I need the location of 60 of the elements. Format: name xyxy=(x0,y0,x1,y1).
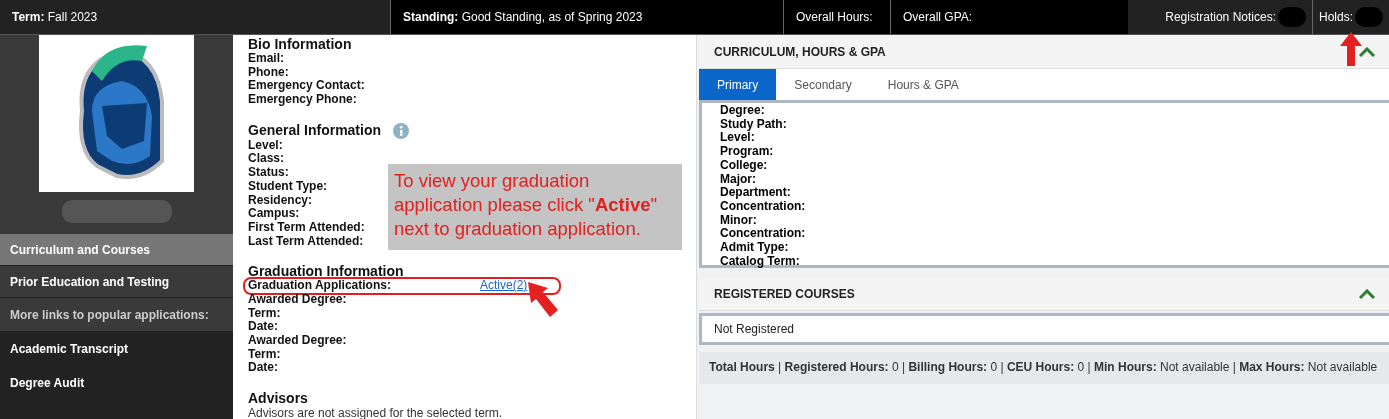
field-label: Study Path: xyxy=(720,116,787,131)
sidebar-item[interactable]: Curriculum and Courses xyxy=(0,234,233,266)
tab[interactable]: Primary xyxy=(699,69,777,100)
field-label: Term: xyxy=(248,347,281,362)
chevron-up-icon[interactable] xyxy=(1359,46,1375,57)
field-label: Admit Type: xyxy=(720,240,789,255)
panel-title: CURRICULUM, HOURS & GPA xyxy=(714,44,886,59)
advisors-note: Advisors are not assigned for the selected term. xyxy=(248,406,504,419)
hours-summary: Total Hours | Registered Hours: 0 | Billing Hours: 0 | CEU Hours: 0 | Min Hours: Not available | Max Hours: Not available xyxy=(709,360,1378,374)
overall-gpa-label: Overall GPA: xyxy=(903,10,973,24)
field-label: Concentration: xyxy=(720,226,806,241)
annotation-arrow xyxy=(526,280,560,320)
field-label: Residency: xyxy=(248,193,313,208)
applications-link[interactable]: Active(2) xyxy=(480,279,528,293)
annotation-arrow xyxy=(1340,32,1362,66)
field-label: Level: xyxy=(720,130,755,145)
sidebar-heading: More links to popular applications: xyxy=(0,298,233,332)
section-heading: General Information xyxy=(248,123,382,139)
section-heading: Graduation Information xyxy=(248,264,404,280)
standing-label: Standing: Good Standing, as of Spring 2023 xyxy=(403,10,643,24)
field-label: Email: xyxy=(248,52,284,66)
callout-note: To view your graduation application please click "Active" next to graduation application. xyxy=(388,164,682,250)
field-label: Class: xyxy=(248,152,285,167)
redaction-mark xyxy=(1355,7,1383,27)
field-label: Campus: xyxy=(248,207,300,221)
section-heading: Bio Information xyxy=(248,37,352,52)
panel-title: REGISTERED COURSES xyxy=(714,286,855,301)
field-label: Date: xyxy=(248,361,278,376)
field-label: Status: xyxy=(248,166,289,180)
field-label: Date: xyxy=(248,320,278,334)
chevron-up-icon[interactable] xyxy=(1359,288,1375,299)
field-label: College: xyxy=(720,157,768,172)
sidebar-item[interactable]: Prior Education and Testing xyxy=(0,266,233,298)
section-heading: Advisors xyxy=(248,391,308,407)
field-label: Phone: xyxy=(248,65,289,80)
term-label: Term: Fall 2023 xyxy=(12,10,98,24)
status-message: Not Registered xyxy=(714,322,795,336)
redaction-mark xyxy=(1278,7,1306,27)
field-label: Catalog Term: xyxy=(720,253,800,268)
field-label: Degree: xyxy=(720,103,765,117)
field-label: Major: xyxy=(720,171,756,186)
overall-hours-label: Overall Hours: xyxy=(796,10,873,24)
field-label: Department: xyxy=(720,185,791,200)
field-label: Awarded Degree: xyxy=(248,334,347,348)
field-label: Student Type: xyxy=(248,179,328,194)
field-label: Last Term Attended: xyxy=(248,234,364,249)
field-label: Concentration: xyxy=(720,198,806,213)
field-label: Awarded Degree: xyxy=(248,292,347,307)
field-label: Emergency Phone: xyxy=(248,93,357,107)
tab[interactable]: Secondary xyxy=(776,69,870,100)
tab[interactable]: Hours & GPA xyxy=(869,69,977,100)
field-label: Graduation Applications: xyxy=(248,279,391,293)
field-label: Program: xyxy=(720,144,774,159)
field-label: Level: xyxy=(248,138,283,153)
registration-notices-label: Registration Notices: xyxy=(1165,10,1276,24)
field-label: Minor: xyxy=(720,212,757,227)
holds-label: Holds: xyxy=(1319,10,1353,24)
field-label: First Term Attended: xyxy=(248,220,365,235)
field-label: Emergency Contact: xyxy=(248,79,365,94)
field-label: Term: xyxy=(248,306,281,321)
